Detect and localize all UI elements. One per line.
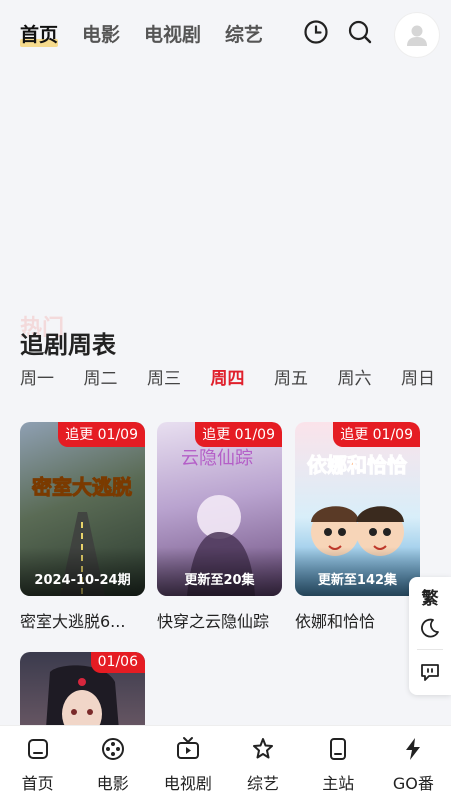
feedback-icon[interactable] xyxy=(409,657,451,687)
update-badge: 追更 01/09 xyxy=(333,422,420,447)
tab-variety[interactable]: 综艺 xyxy=(225,20,263,50)
show-card[interactable]: 密室大逃脱 追更 01/09 2024-10-24期 密室大逃脱6... xyxy=(20,422,145,632)
lightning-icon xyxy=(406,738,421,760)
bottom-nav-label: 首页 xyxy=(21,774,54,793)
floating-tools-panel: 繁 xyxy=(409,577,451,695)
user-avatar[interactable] xyxy=(395,13,439,57)
day-tab-thu[interactable]: 周四 xyxy=(211,366,245,392)
poster-image[interactable]: 密室大逃脱 追更 01/09 2024-10-24期 xyxy=(20,422,145,596)
update-badge: 追更 01/09 xyxy=(195,422,282,447)
bottom-nav-variety[interactable]: 综艺 xyxy=(228,736,298,800)
episode-overlay: 更新至142集 xyxy=(295,547,420,596)
svg-text:云隐仙踪: 云隐仙踪 xyxy=(181,448,253,469)
tab-movies[interactable]: 电影 xyxy=(82,20,120,50)
tab-tv-series[interactable]: 电视剧 xyxy=(144,20,201,50)
bottom-nav-home[interactable]: 首页 xyxy=(3,736,73,800)
tab-home[interactable]: 首页 xyxy=(20,20,59,50)
history-icon[interactable] xyxy=(302,18,330,46)
bottom-nav-label: 电影 xyxy=(96,774,129,793)
svg-text:依娜和恰恰: 依娜和恰恰 xyxy=(307,453,407,477)
star-icon xyxy=(253,738,274,759)
top-bar: 首页 电影 电视剧 综艺 xyxy=(0,0,451,70)
show-card[interactable]: 依娜和恰恰 追更 01/09 更新至142集 依娜和恰恰 xyxy=(295,422,420,632)
bottom-nav-tv[interactable]: 电视剧 xyxy=(153,736,223,800)
home-icon xyxy=(27,739,48,759)
poster-image[interactable]: 依娜和恰恰 追更 01/09 更新至142集 xyxy=(295,422,420,596)
episode-overlay: 更新至20集 xyxy=(157,547,282,596)
day-tab-mon[interactable]: 周一 xyxy=(20,366,54,392)
user-avatar-icon xyxy=(407,25,427,46)
update-badge: 01/06 xyxy=(90,652,145,673)
bottom-nav-label: 主站 xyxy=(322,774,355,793)
day-tab-fri[interactable]: 周五 xyxy=(274,366,308,392)
traditional-chinese-toggle[interactable]: 繁 xyxy=(409,581,451,611)
bottom-nav-label: 综艺 xyxy=(247,774,280,793)
bottom-nav-label: GO番 xyxy=(392,774,434,793)
film-reel-icon xyxy=(101,738,124,760)
tabs-fade xyxy=(268,14,292,56)
day-tab-tue[interactable]: 周二 xyxy=(84,366,118,392)
episode-overlay: 2024-10-24期 xyxy=(20,547,145,596)
card-title[interactable]: 快穿之云隐仙踪 xyxy=(157,608,282,632)
phone-icon xyxy=(330,738,347,760)
bottom-nav-go-anime[interactable]: GO番 xyxy=(378,736,448,800)
svg-text:密室大逃脱: 密室大逃脱 xyxy=(32,475,132,499)
bottom-nav-main-site[interactable]: 主站 xyxy=(303,736,373,800)
divider xyxy=(417,649,443,650)
bottom-nav-movies[interactable]: 电影 xyxy=(78,736,148,800)
tv-icon xyxy=(176,737,199,759)
schedule-title: 追剧周表 xyxy=(20,331,116,359)
day-tab-wed[interactable]: 周三 xyxy=(147,366,181,392)
poster-image[interactable]: 云隐仙踪 追更 01/09 更新至20集 xyxy=(157,422,282,596)
card-title[interactable]: 依娜和恰恰 xyxy=(295,608,420,632)
weekday-tabs: 周一 周二 周三 周四 周五 周六 周日 xyxy=(20,366,435,392)
update-badge: 追更 01/09 xyxy=(58,422,145,447)
day-tab-sat[interactable]: 周六 xyxy=(338,366,372,392)
day-tab-sun[interactable]: 周日 xyxy=(401,366,435,392)
card-title[interactable]: 密室大逃脱6... xyxy=(20,608,145,632)
show-card[interactable]: 云隐仙踪 追更 01/09 更新至20集 快穿之云隐仙踪 xyxy=(157,422,282,632)
search-icon[interactable] xyxy=(346,18,374,46)
moon-icon[interactable] xyxy=(409,613,451,643)
bottom-nav: 首页 电影 电视剧 综艺 主站 GO番 xyxy=(0,725,451,800)
bottom-nav-label: 电视剧 xyxy=(163,774,212,793)
category-tabs: 首页 电影 电视剧 综艺 xyxy=(20,20,287,50)
